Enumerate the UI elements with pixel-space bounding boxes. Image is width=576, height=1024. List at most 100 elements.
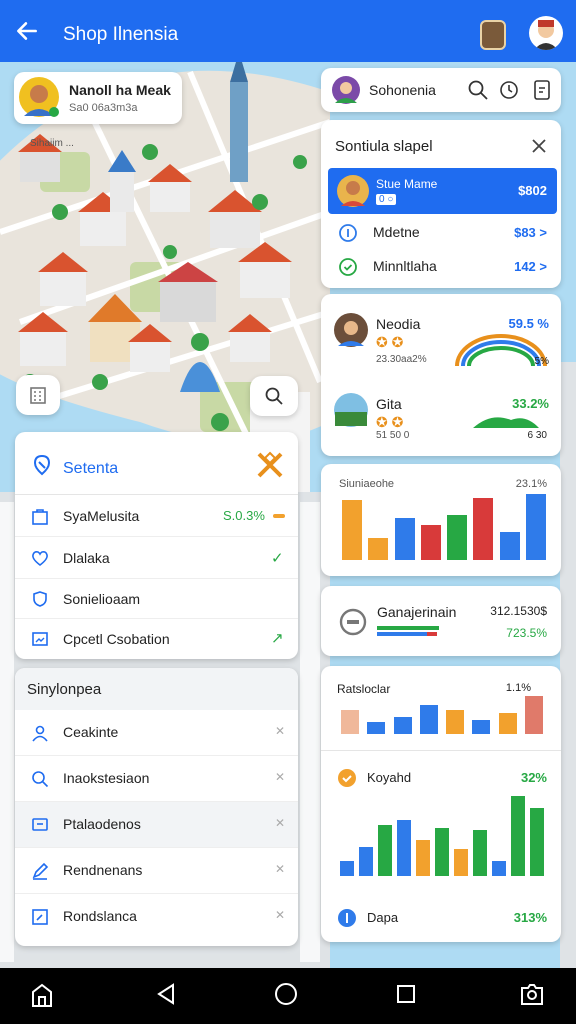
building-icon (30, 387, 46, 404)
app-bar: Shop Ilnensia (0, 0, 576, 62)
menu-item[interactable]: Ceakinte ✕ (15, 710, 298, 756)
menu-item-selected[interactable]: Ptalaodenos ✕ (15, 802, 298, 848)
settings-card: Setenta SyaMelusita S.0.3% Dlalaka ✓ Son… (15, 432, 298, 659)
row-label: Stue Mame (376, 177, 438, 191)
close-icon[interactable]: ✕ (275, 724, 285, 738)
stat-tail: 6 30 (527, 430, 547, 441)
menu-title: Sinylonpea (27, 681, 102, 698)
stat-sub: 51 50 0 (376, 430, 410, 441)
chart-bar (511, 796, 526, 876)
map-layers-button[interactable] (16, 375, 60, 415)
chart-bar (499, 532, 520, 560)
tools-icon[interactable] (255, 450, 285, 480)
chat-icon (32, 818, 48, 831)
chart-bar (454, 849, 469, 876)
heart-icon (32, 551, 48, 567)
check-icon: ✓ (271, 550, 284, 567)
menu-card: Sinylonpea Ceakinte ✕ Inaokstesiaon ✕ Pt… (15, 668, 298, 946)
progress-card[interactable]: Ganajerinain 312.1530$ 723.5% (321, 586, 561, 656)
check-circle-icon (339, 258, 357, 276)
top-right-panel: Sohonenia (321, 68, 561, 112)
menu-item[interactable]: Rondslanca ✕ (15, 894, 298, 940)
menu-item-label: Ptalaodenos (63, 816, 141, 832)
bag-icon (32, 509, 48, 525)
clock-icon[interactable] (499, 80, 519, 100)
location-name: Nanoll ha Meak (69, 82, 171, 98)
store-avatar-icon[interactable] (480, 20, 506, 50)
map-pin-icon (33, 454, 51, 476)
info-badge-icon (338, 909, 356, 927)
recents-icon[interactable] (395, 983, 417, 1005)
menu-item[interactable]: Rendnenans ✕ (15, 848, 298, 894)
settings-row[interactable]: Cpcetl Csobation ↗ (15, 619, 298, 659)
progress-bar-blue (377, 632, 427, 636)
search-icon[interactable] (467, 79, 489, 101)
menu-item[interactable]: Inaokstesiaon ✕ (15, 756, 298, 802)
panel-title: Sohonenia (369, 82, 436, 98)
settings-row-label: Dlalaka (63, 550, 110, 566)
chart-bar (420, 525, 441, 560)
list-card: Sontiula slapel Stue Mame 0 ○ $802 Mdetn… (321, 120, 561, 288)
app-title: Shop Ilnensia (63, 24, 179, 45)
home-icon[interactable] (273, 981, 299, 1007)
arrow-icon: ↗ (271, 630, 284, 647)
chart-value: 1.1% (505, 682, 531, 694)
list-row[interactable]: Mdetne $83 > (321, 218, 561, 250)
settings-row[interactable]: Dlalaka ✓ (15, 537, 298, 579)
location-avatar (19, 77, 59, 117)
chart-bar (368, 538, 389, 560)
list-row-selected[interactable]: Stue Mame 0 ○ $802 (328, 168, 557, 214)
chart-bar (473, 498, 494, 560)
document-icon[interactable] (532, 79, 552, 101)
close-icon[interactable] (529, 136, 549, 156)
check-badge-icon (338, 769, 356, 787)
list-row[interactable]: Minnltlaha 142 > (321, 252, 561, 284)
close-icon[interactable]: ✕ (275, 816, 285, 830)
close-icon[interactable]: ✕ (275, 908, 285, 922)
stat-avatar (334, 393, 368, 427)
progress-pill (273, 514, 285, 518)
settings-row[interactable]: SyaMelusita S.0.3% (15, 495, 298, 537)
stat-value: 33.2% (512, 396, 549, 411)
search-icon (32, 771, 49, 788)
stat-avatar (334, 313, 368, 347)
chart-value: 23.1% (515, 478, 547, 490)
progress-bar-green (377, 626, 439, 630)
close-icon[interactable]: ✕ (275, 862, 285, 876)
settings-row-label: SyaMelusita (63, 508, 140, 524)
stat-item[interactable]: Gita ✪ ✪ 51 50 0 33.2% 6 30 (321, 384, 561, 450)
system-nav-bar (0, 968, 576, 1024)
close-icon[interactable]: ✕ (275, 770, 285, 784)
stat-stars: ✪ ✪ (376, 414, 404, 430)
bar-chart-3 (337, 796, 547, 876)
chart-bar (492, 861, 507, 876)
map-search-button[interactable] (250, 376, 298, 416)
chart-bar (342, 500, 363, 560)
row-value: 142 > (514, 259, 547, 274)
profile-avatar[interactable] (529, 16, 563, 50)
chart-bar (446, 710, 465, 734)
stat-value: 59.5 % (508, 316, 549, 331)
screenshot-icon[interactable] (518, 980, 546, 1008)
chart-bar (341, 710, 360, 734)
settings-row[interactable]: Sonielioaam (15, 579, 298, 619)
info-icon (339, 224, 357, 242)
chart-bar (367, 722, 386, 734)
stat-item[interactable]: Neodia ✪ ✪ 23.30aa2% 59.5 % 5% (321, 304, 561, 370)
panel-avatar (332, 76, 360, 104)
chart-label: Koyahd (367, 770, 412, 785)
chart-bar (358, 847, 373, 876)
chart-bar (530, 808, 545, 876)
settings-title: Setenta (63, 460, 119, 477)
edit-icon (32, 909, 48, 925)
chart-title: Siuniaeohe (339, 478, 395, 490)
chart-bar (472, 720, 491, 734)
progress-value-2: 723.5% (506, 626, 547, 640)
home-screen-icon[interactable] (30, 982, 54, 1008)
divider (321, 750, 561, 751)
stat-sub: 23.30aa2% (376, 354, 427, 365)
location-tag[interactable]: Nanoll ha Meak Sa0 06a3m3a (14, 72, 182, 124)
map-label: Sihaiim ... (30, 138, 74, 149)
back-arrow-icon[interactable] (14, 18, 40, 44)
back-icon[interactable] (155, 982, 177, 1006)
